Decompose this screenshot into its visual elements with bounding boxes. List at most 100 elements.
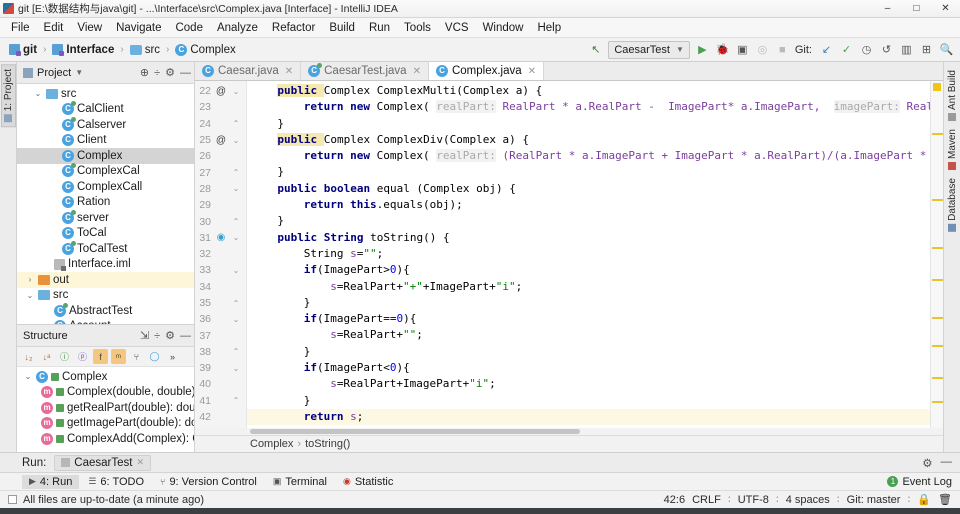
project-structure-icon[interactable]: ▥ bbox=[899, 42, 914, 57]
menu-run[interactable]: Run bbox=[362, 20, 397, 36]
code-line[interactable]: public boolean equal (Complex obj) { bbox=[247, 181, 930, 197]
close-button[interactable]: ✕ bbox=[931, 0, 960, 18]
editor-horizontal-scrollbar[interactable] bbox=[195, 428, 943, 435]
menu-analyze[interactable]: Analyze bbox=[210, 20, 265, 36]
project-tree-item[interactable]: C CalClient bbox=[17, 101, 194, 118]
close-icon[interactable]: ✕ bbox=[413, 66, 421, 77]
code-line[interactable]: public String toString() { bbox=[247, 230, 930, 246]
tree-toggle-icon[interactable]: ⌄ bbox=[33, 89, 43, 98]
event-log-area[interactable]: 1 Event Log bbox=[887, 476, 960, 488]
gutter-line[interactable]: 35 ⌃ bbox=[195, 295, 246, 311]
debug-button[interactable]: 🐞 bbox=[715, 42, 730, 57]
collapse-all-icon[interactable]: ÷ bbox=[154, 67, 160, 79]
gutter-line[interactable]: 29 bbox=[195, 197, 246, 213]
breadcrumb-item-src[interactable]: src bbox=[127, 43, 163, 57]
run-with-coverage-button[interactable]: ▣ bbox=[735, 42, 750, 57]
inspection-status-icon[interactable] bbox=[933, 83, 941, 91]
override-marker-icon[interactable]: @ bbox=[213, 135, 229, 146]
hide-panel-icon[interactable]: — bbox=[941, 456, 953, 470]
gear-icon[interactable]: ⚙ bbox=[165, 66, 175, 79]
bottom-tool-tab[interactable]: ◉ Statistic bbox=[336, 475, 400, 489]
caret-position[interactable]: 42:6 bbox=[664, 494, 685, 506]
search-icon[interactable]: 🔍 bbox=[939, 42, 954, 57]
project-tree-item[interactable]: ⌄ src bbox=[17, 86, 194, 102]
gutter-line[interactable]: 30 ⌃ bbox=[195, 213, 246, 229]
editor-gutter[interactable]: 22 @ ⌄ 23 24 ⌃ 25 @ ⌄ 26 27 ⌃ 28 ⌄ 29 30 ⌃ 31 ◉ ⌄ 32 33 ⌄ 34 35 ⌃… bbox=[195, 81, 247, 428]
code-line[interactable]: if(ImagePart<0){ bbox=[247, 360, 930, 376]
git-history-icon[interactable]: ◷ bbox=[859, 42, 874, 57]
tree-toggle-icon[interactable]: › bbox=[25, 275, 35, 284]
git-update-icon[interactable]: ↙ bbox=[819, 42, 834, 57]
project-tree-item[interactable]: C Complex bbox=[17, 148, 194, 164]
method-marker-icon[interactable]: ◉ bbox=[213, 232, 229, 243]
project-tree-item[interactable]: C Ration bbox=[17, 195, 194, 211]
menu-vcs[interactable]: VCS bbox=[438, 20, 476, 36]
run-session-tab[interactable]: CaesarTest ✕ bbox=[54, 454, 152, 471]
project-tree-item[interactable]: C ToCal bbox=[17, 226, 194, 242]
gutter-line[interactable]: 24 ⌃ bbox=[195, 116, 246, 132]
gutter-line[interactable]: 40 bbox=[195, 376, 246, 392]
project-tree-item[interactable]: C Calserver bbox=[17, 116, 194, 133]
gutter-line[interactable]: 41 ⌃ bbox=[195, 393, 246, 409]
tree-toggle-icon[interactable]: ⌄ bbox=[23, 372, 33, 381]
code-line[interactable]: } bbox=[247, 164, 930, 180]
close-icon[interactable]: ✕ bbox=[285, 66, 293, 77]
code-line[interactable]: return new Complex( realPart: (RealPart … bbox=[247, 148, 930, 164]
code-line[interactable]: return new Complex( realPart: RealPart *… bbox=[247, 99, 930, 115]
run-configuration-selector[interactable]: CaesarTest ▼ bbox=[608, 40, 690, 59]
tree-toggle-icon[interactable]: ⌄ bbox=[25, 291, 35, 300]
menu-window[interactable]: Window bbox=[476, 20, 531, 36]
gutter-line[interactable]: 39 ⌄ bbox=[195, 360, 246, 376]
menu-edit[interactable]: Edit bbox=[37, 20, 71, 36]
show-fields-icon[interactable]: f bbox=[93, 349, 108, 364]
fold-toggle-icon[interactable]: ⌄ bbox=[229, 364, 243, 373]
project-tree-item[interactable]: C Client bbox=[17, 133, 194, 149]
fold-toggle-icon[interactable]: ⌄ bbox=[229, 266, 243, 275]
fold-toggle-icon[interactable]: ⌃ bbox=[229, 347, 243, 356]
code-line[interactable]: return s; bbox=[247, 408, 930, 426]
fold-toggle-icon[interactable]: ⌄ bbox=[229, 315, 243, 324]
tool-tab-ant-build[interactable]: Ant Build bbox=[946, 66, 959, 125]
close-icon[interactable]: ✕ bbox=[528, 66, 536, 77]
trash-icon[interactable]: 🗑 bbox=[938, 493, 952, 506]
git-commit-icon[interactable]: ✓ bbox=[839, 42, 854, 57]
bottom-tool-tab[interactable]: ▣ Terminal bbox=[266, 475, 334, 489]
minimize-button[interactable]: – bbox=[873, 0, 902, 18]
gear-icon[interactable]: ⚙ bbox=[922, 456, 932, 470]
sort-by-visibility-icon[interactable]: ↓ᵃ bbox=[39, 349, 54, 364]
menu-view[interactable]: View bbox=[70, 20, 109, 36]
line-separator[interactable]: CRLF bbox=[692, 494, 721, 506]
project-tree-item[interactable]: C ToCalTest bbox=[17, 240, 194, 257]
editor-marker-rail[interactable] bbox=[930, 81, 943, 428]
menu-code[interactable]: Code bbox=[168, 20, 210, 36]
bottom-tool-tab[interactable]: ☰ 6: TODO bbox=[81, 475, 151, 489]
code-line[interactable]: } bbox=[247, 344, 930, 360]
indent-setting[interactable]: 4 spaces bbox=[786, 494, 830, 506]
collapse-all-icon[interactable]: ÷ bbox=[154, 330, 160, 342]
structure-tree[interactable]: ⌄ C Complex m Complex(double, double) m getRea… bbox=[17, 367, 194, 452]
expand-all-icon[interactable]: ⇲ bbox=[140, 329, 149, 342]
editor-tab[interactable]: C CaesarTest.java ✕ bbox=[301, 62, 429, 80]
code-editor[interactable]: public Complex ComplexMulti(Complex a) {… bbox=[247, 81, 930, 428]
code-line[interactable]: s=RealPart+""; bbox=[247, 327, 930, 343]
tool-tab-maven[interactable]: Maven bbox=[946, 125, 959, 174]
code-line[interactable]: if(ImagePart==0){ bbox=[247, 311, 930, 327]
target-icon[interactable]: ⊕ bbox=[140, 66, 149, 79]
menu-build[interactable]: Build bbox=[322, 20, 362, 36]
tool-tab-database[interactable]: Database bbox=[946, 174, 959, 236]
show-inherited-icon[interactable]: ⓘ bbox=[57, 349, 72, 364]
breadcrumb-class[interactable]: Complex bbox=[250, 438, 293, 450]
project-tree-item[interactable]: ⌄ src bbox=[17, 288, 194, 304]
code-line[interactable]: if(ImagePart>0){ bbox=[247, 262, 930, 278]
code-line[interactable]: String s=""; bbox=[247, 246, 930, 262]
fold-toggle-icon[interactable]: ⌃ bbox=[229, 396, 243, 405]
project-tree-item[interactable]: C ComplexCall bbox=[17, 179, 194, 195]
scrollbar-thumb[interactable] bbox=[250, 429, 580, 434]
breadcrumb-method[interactable]: toString() bbox=[305, 438, 350, 450]
gutter-line[interactable]: 34 bbox=[195, 279, 246, 295]
gutter-line[interactable]: 23 bbox=[195, 99, 246, 115]
structure-tree-item[interactable]: m getImagePart(double): doub bbox=[17, 416, 194, 432]
structure-tree-item[interactable]: m ComplexAdd(Complex): Cor bbox=[17, 431, 194, 447]
menu-tools[interactable]: Tools bbox=[397, 20, 438, 36]
autoscroll-icon[interactable]: ◯ bbox=[147, 349, 162, 364]
